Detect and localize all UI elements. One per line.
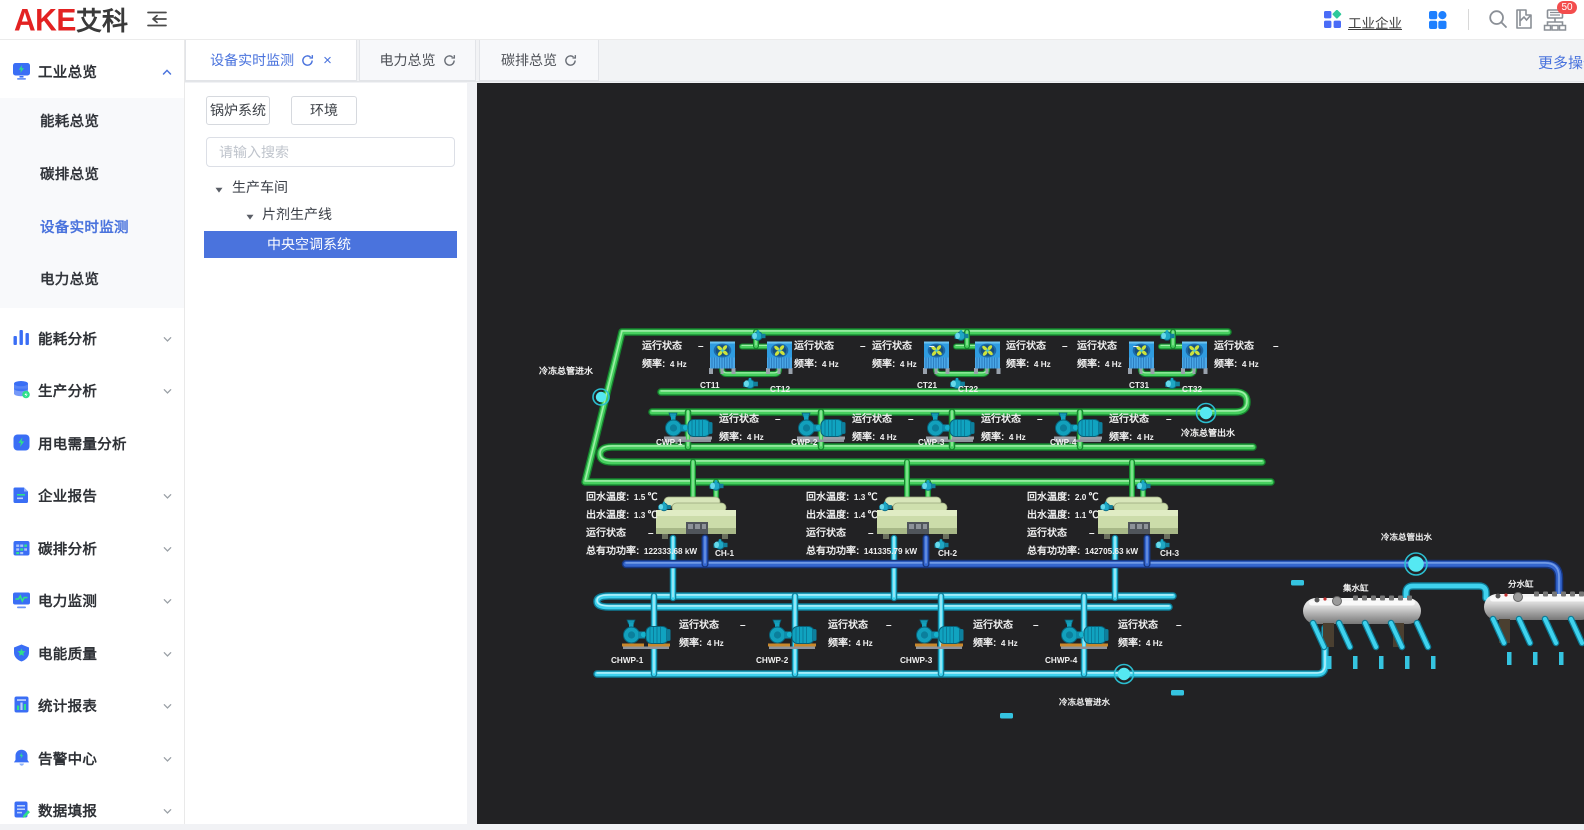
svg-text:频率: 4 Hz: 频率: 4 Hz [1109,431,1154,443]
svg-text:–: – [929,341,935,352]
svg-text:运行状态: 运行状态 [1109,412,1149,425]
svg-text:总有功功率: 141335.79 kW: 总有功功率: 141335.79 kW [806,545,917,557]
svg-text:CHWP-1: CHWP-1 [611,656,644,665]
svg-text:CT21: CT21 [917,381,937,390]
svg-text:CH-1: CH-1 [715,549,735,558]
svg-text:冷冻总管进水: 冷冻总管进水 [1059,697,1111,707]
svg-text:–: – [1089,528,1095,539]
svg-text:–: – [908,414,914,425]
svg-text:频率: 4 Hz: 频率: 4 Hz [1118,637,1163,649]
svg-text:频率: 4 Hz: 频率: 4 Hz [828,637,873,649]
svg-text:–: – [648,528,654,539]
svg-text:频率: 4 Hz: 频率: 4 Hz [872,358,917,370]
svg-text:CHWP-4: CHWP-4 [1045,656,1078,665]
svg-text:运行状态: 运行状态 [679,618,719,631]
svg-text:–: – [1273,341,1279,352]
svg-text:频率: 4 Hz: 频率: 4 Hz [1006,358,1051,370]
svg-text:频率: 4 Hz: 频率: 4 Hz [981,431,1026,443]
svg-text:CT11: CT11 [700,381,720,390]
svg-text:CH-2: CH-2 [938,549,958,558]
svg-text:运行状态: 运行状态 [719,412,759,425]
svg-text:运行状态: 运行状态 [852,412,892,425]
svg-text:出水温度: 1.4 ℃: 出水温度: 1.4 ℃ [806,509,878,521]
svg-text:–: – [698,341,704,352]
svg-text:–: – [1062,341,1068,352]
svg-text:运行状态: 运行状态 [1077,339,1117,352]
svg-text:–: – [1166,414,1172,425]
svg-text:运行状态: 运行状态 [981,412,1021,425]
svg-text:频率: 4 Hz: 频率: 4 Hz [1214,358,1259,370]
svg-text:回水温度: 2.0 ℃: 回水温度: 2.0 ℃ [1027,491,1099,503]
svg-text:运行状态: 运行状态 [872,339,912,352]
svg-text:频率: 4 Hz: 频率: 4 Hz [719,431,764,443]
svg-text:总有功功率: 142705.63 kW: 总有功功率: 142705.63 kW [1027,545,1138,557]
svg-text:冷冻总管出水: 冷冻总管出水 [1181,428,1236,438]
svg-text:CT31: CT31 [1129,381,1149,390]
svg-text:频率: 4 Hz: 频率: 4 Hz [794,358,839,370]
svg-text:运行状态: 运行状态 [642,339,682,352]
svg-text:回水温度: 1.5 ℃: 回水温度: 1.5 ℃ [586,491,658,503]
svg-text:CH-3: CH-3 [1160,549,1180,558]
svg-text:–: – [1033,620,1039,631]
svg-text:运行状态: 运行状态 [1118,618,1158,631]
svg-text:CHWP-2: CHWP-2 [756,656,789,665]
svg-text:CWP-1: CWP-1 [656,438,683,447]
svg-text:运行状态: 运行状态 [806,526,846,539]
svg-text:运行状态: 运行状态 [586,526,626,539]
svg-text:频率: 4 Hz: 频率: 4 Hz [1077,358,1122,370]
svg-text:–: – [868,528,874,539]
svg-text:频率: 4 Hz: 频率: 4 Hz [642,358,687,370]
svg-text:–: – [1037,414,1043,425]
svg-text:频率: 4 Hz: 频率: 4 Hz [679,637,724,649]
svg-text:出水温度: 1.3 ℃: 出水温度: 1.3 ℃ [586,509,658,521]
svg-text:总有功功率: 122333.68 kW: 总有功功率: 122333.68 kW [586,545,697,557]
svg-text:CT22: CT22 [958,385,978,394]
svg-text:频率: 4 Hz: 频率: 4 Hz [973,637,1018,649]
svg-text:运行状态: 运行状态 [973,618,1013,631]
svg-text:–: – [740,620,746,631]
svg-text:回水温度: 1.3 ℃: 回水温度: 1.3 ℃ [806,491,878,503]
svg-text:集水缸: 集水缸 [1342,583,1369,593]
svg-text:运行状态: 运行状态 [828,618,868,631]
svg-text:–: – [886,620,892,631]
svg-text:运行状态: 运行状态 [1214,339,1254,352]
svg-text:CWP-2: CWP-2 [791,438,818,447]
svg-text:出水温度: 1.1 ℃: 出水温度: 1.1 ℃ [1027,509,1099,521]
svg-text:CT32: CT32 [1182,385,1202,394]
svg-text:CT12: CT12 [770,385,790,394]
svg-text:冷冻总管出水: 冷冻总管出水 [1381,532,1433,542]
svg-text:–: – [1176,620,1182,631]
svg-text:运行状态: 运行状态 [1006,339,1046,352]
svg-text:CWP-4: CWP-4 [1050,438,1077,447]
svg-text:CHWP-3: CHWP-3 [900,656,933,665]
svg-text:–: – [860,341,866,352]
svg-text:运行状态: 运行状态 [794,339,834,352]
svg-text:CWP-3: CWP-3 [918,438,945,447]
svg-text:–: – [1133,341,1139,352]
svg-text:分水缸: 分水缸 [1508,579,1534,589]
svg-text:–: – [775,414,781,425]
svg-text:频率: 4 Hz: 频率: 4 Hz [852,431,897,443]
svg-text:运行状态: 运行状态 [1027,526,1067,539]
svg-text:冷冻总管进水: 冷冻总管进水 [539,366,594,376]
